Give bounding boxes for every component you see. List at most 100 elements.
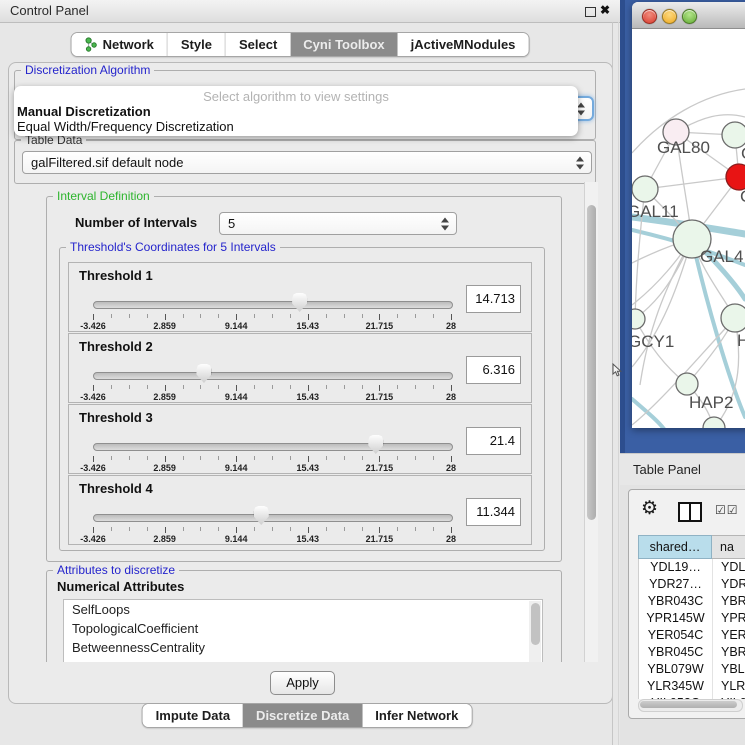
threshold-slider[interactable]: -3.4262.8599.14415.4321.71528 xyxy=(93,364,451,400)
attribute-list-item[interactable]: SelfLoops xyxy=(64,600,542,619)
table-row[interactable]: YDR27…YDR2 xyxy=(639,576,745,593)
algorithm-dropdown-popup: Select algorithm to view settings Manual… xyxy=(14,86,578,136)
threshold-row: Threshold 4 -3.4262.8599.14415.4321.7152… xyxy=(68,475,532,545)
mouse-cursor xyxy=(611,363,624,378)
cell-name: YER0 xyxy=(713,627,745,644)
dropdown-option-manual-discretization[interactable]: Manual Discretization xyxy=(17,104,151,119)
threshold-slider[interactable]: -3.4262.8599.14415.4321.71528 xyxy=(93,506,451,542)
cell-shared-name: YLR345W xyxy=(639,678,713,695)
network-edge[interactable] xyxy=(645,177,739,189)
tab-infer-network[interactable]: Infer Network xyxy=(362,704,471,727)
discretization-algorithm-title: Discretization Algorithm xyxy=(21,63,154,77)
slider-track[interactable] xyxy=(93,514,453,522)
tab-jactivemnodules[interactable]: jActiveMNodules xyxy=(398,33,529,56)
numerical-attributes-label: Numerical Attributes xyxy=(57,579,184,594)
node-table-header: shared… na xyxy=(638,535,745,559)
table-data-value: galFiltered.sif default node xyxy=(31,155,183,170)
slider-thumb[interactable] xyxy=(254,506,269,525)
network-edge[interactable] xyxy=(635,319,687,384)
table-row[interactable]: YPR145WYPR1 xyxy=(639,610,745,627)
close-icon[interactable]: ✖ xyxy=(600,3,610,17)
threshold-row: Threshold 1 -3.4262.8599.14415.4321.7152… xyxy=(68,262,532,332)
threshold-label: Threshold 1 xyxy=(79,268,153,283)
slider-track[interactable] xyxy=(93,443,453,451)
checkboxes-icon[interactable]: ☑☑ xyxy=(715,503,739,517)
table-row[interactable]: YBR043CYBR0 xyxy=(639,593,745,610)
panel-scrollbar[interactable] xyxy=(584,182,598,662)
tab-network[interactable]: Network xyxy=(72,33,167,56)
panel-scrollbar-thumb[interactable] xyxy=(587,205,596,520)
attribute-list-item[interactable]: TopologicalCoefficient xyxy=(64,619,542,638)
network-node-green[interactable] xyxy=(721,304,745,332)
cyni-mode-tabs: Impute DataDiscretize DataInfer Network xyxy=(142,703,473,728)
close-light[interactable] xyxy=(642,9,657,24)
node-label-gcy1: GCY1 xyxy=(632,332,674,351)
attribute-list-item[interactable]: BetweennessCentrality xyxy=(64,638,542,657)
column-header-name[interactable]: na xyxy=(712,535,745,559)
apply-button[interactable]: Apply xyxy=(270,671,335,695)
tab-discretize-data[interactable]: Discretize Data xyxy=(243,704,362,727)
network-window-titlebar[interactable] xyxy=(632,2,745,29)
tab-impute-data[interactable]: Impute Data xyxy=(143,704,243,727)
table-row[interactable]: YLR345WYLR3 xyxy=(639,678,745,695)
slider-tick-labels: -3.4262.8599.14415.4321.71528 xyxy=(93,392,451,404)
network-edge-highlighted[interactable] xyxy=(632,399,664,428)
table-data-combobox[interactable]: galFiltered.sif default node xyxy=(22,151,592,174)
number-of-intervals-combobox[interactable]: 5 xyxy=(219,212,457,235)
column-header-shared-name[interactable]: shared… xyxy=(638,535,712,559)
settings-scroll-viewport: Interval Definition Number of Intervals … xyxy=(14,182,584,662)
combo-stepper-icon xyxy=(577,102,586,115)
table-horizontal-scrollbar[interactable] xyxy=(638,699,743,712)
control-panel-tabs: Network StyleSelect Cyni Toolbox jActiveMNo… xyxy=(71,32,530,57)
network-node-green[interactable] xyxy=(632,176,658,202)
split-columns-icon[interactable] xyxy=(678,502,702,522)
threshold-value-field[interactable]: 11.344 xyxy=(466,498,521,526)
threshold-value-field[interactable]: 21.4 xyxy=(466,427,521,455)
threshold-value-field[interactable]: 14.713 xyxy=(466,285,521,313)
slider-track[interactable] xyxy=(93,372,453,380)
cell-name: YLR3 xyxy=(713,678,745,695)
network-node-green[interactable] xyxy=(676,373,698,395)
slider-track[interactable] xyxy=(93,301,453,309)
cell-shared-name: YER054C xyxy=(639,627,713,644)
tab-label: Network xyxy=(103,37,154,52)
cell-name: YBL0 xyxy=(713,661,745,678)
slider-thumb[interactable] xyxy=(368,435,383,454)
table-row[interactable]: YBL079WYBL0 xyxy=(639,661,745,678)
threshold-slider[interactable]: -3.4262.8599.14415.4321.71528 xyxy=(93,293,451,329)
list-scrollbar-thumb[interactable] xyxy=(531,603,540,645)
tab-select[interactable]: Select xyxy=(225,33,290,56)
threshold-coordinates-title: Threshold's Coordinates for 5 Intervals xyxy=(66,240,280,254)
gear-icon[interactable]: ⚙ xyxy=(641,499,658,518)
node-table: shared… na YDL19…YDL1YDR27…YDR2YBR043CYB… xyxy=(638,535,745,699)
cell-name: YBR0 xyxy=(713,644,745,661)
slider-tick-labels: -3.4262.8599.14415.4321.71528 xyxy=(93,534,451,546)
tab-label: Cyni Toolbox xyxy=(303,37,384,52)
float-window-icon[interactable] xyxy=(585,7,596,17)
control-panel-titlebar: Control Panel ✖ xyxy=(0,0,622,23)
cell-shared-name: YBL079W xyxy=(639,661,713,678)
table-row[interactable]: YDL19…YDL1 xyxy=(639,559,745,576)
network-canvas[interactable]: GAL80GCGAL11GAL4GCY1HHAP2 xyxy=(632,29,745,428)
tab-cyni-toolbox[interactable]: Cyni Toolbox xyxy=(290,33,397,56)
combo-stepper-icon xyxy=(576,156,585,169)
node-label-gal11: GAL11 xyxy=(632,202,679,221)
zoom-light[interactable] xyxy=(682,9,697,24)
tab-style[interactable]: Style xyxy=(167,33,225,56)
table-horizontal-scrollbar-thumb[interactable] xyxy=(640,701,737,708)
node-label-h: H xyxy=(737,331,745,350)
slider-thumb[interactable] xyxy=(292,293,307,312)
dropdown-option-equal-width-frequency[interactable]: Equal Width/Frequency Discretization xyxy=(17,119,234,134)
slider-thumb[interactable] xyxy=(196,364,211,383)
numerical-attributes-list[interactable]: SelfLoopsTopologicalCoefficientBetweenne… xyxy=(63,599,543,662)
table-row[interactable]: YBR045CYBR0 xyxy=(639,644,745,661)
threshold-slider[interactable]: -3.4262.8599.14415.4321.71528 xyxy=(93,435,451,471)
list-scrollbar[interactable] xyxy=(529,601,541,662)
cell-shared-name: YBR043C xyxy=(639,593,713,610)
threshold-value-field[interactable]: 6.316 xyxy=(466,356,521,384)
table-row[interactable]: YER054CYER0 xyxy=(639,627,745,644)
slider-ticks xyxy=(93,456,451,463)
attribute-items: SelfLoopsTopologicalCoefficientBetweenne… xyxy=(64,600,542,657)
minimize-light[interactable] xyxy=(662,9,677,24)
number-of-intervals-label: Number of Intervals xyxy=(75,215,197,230)
